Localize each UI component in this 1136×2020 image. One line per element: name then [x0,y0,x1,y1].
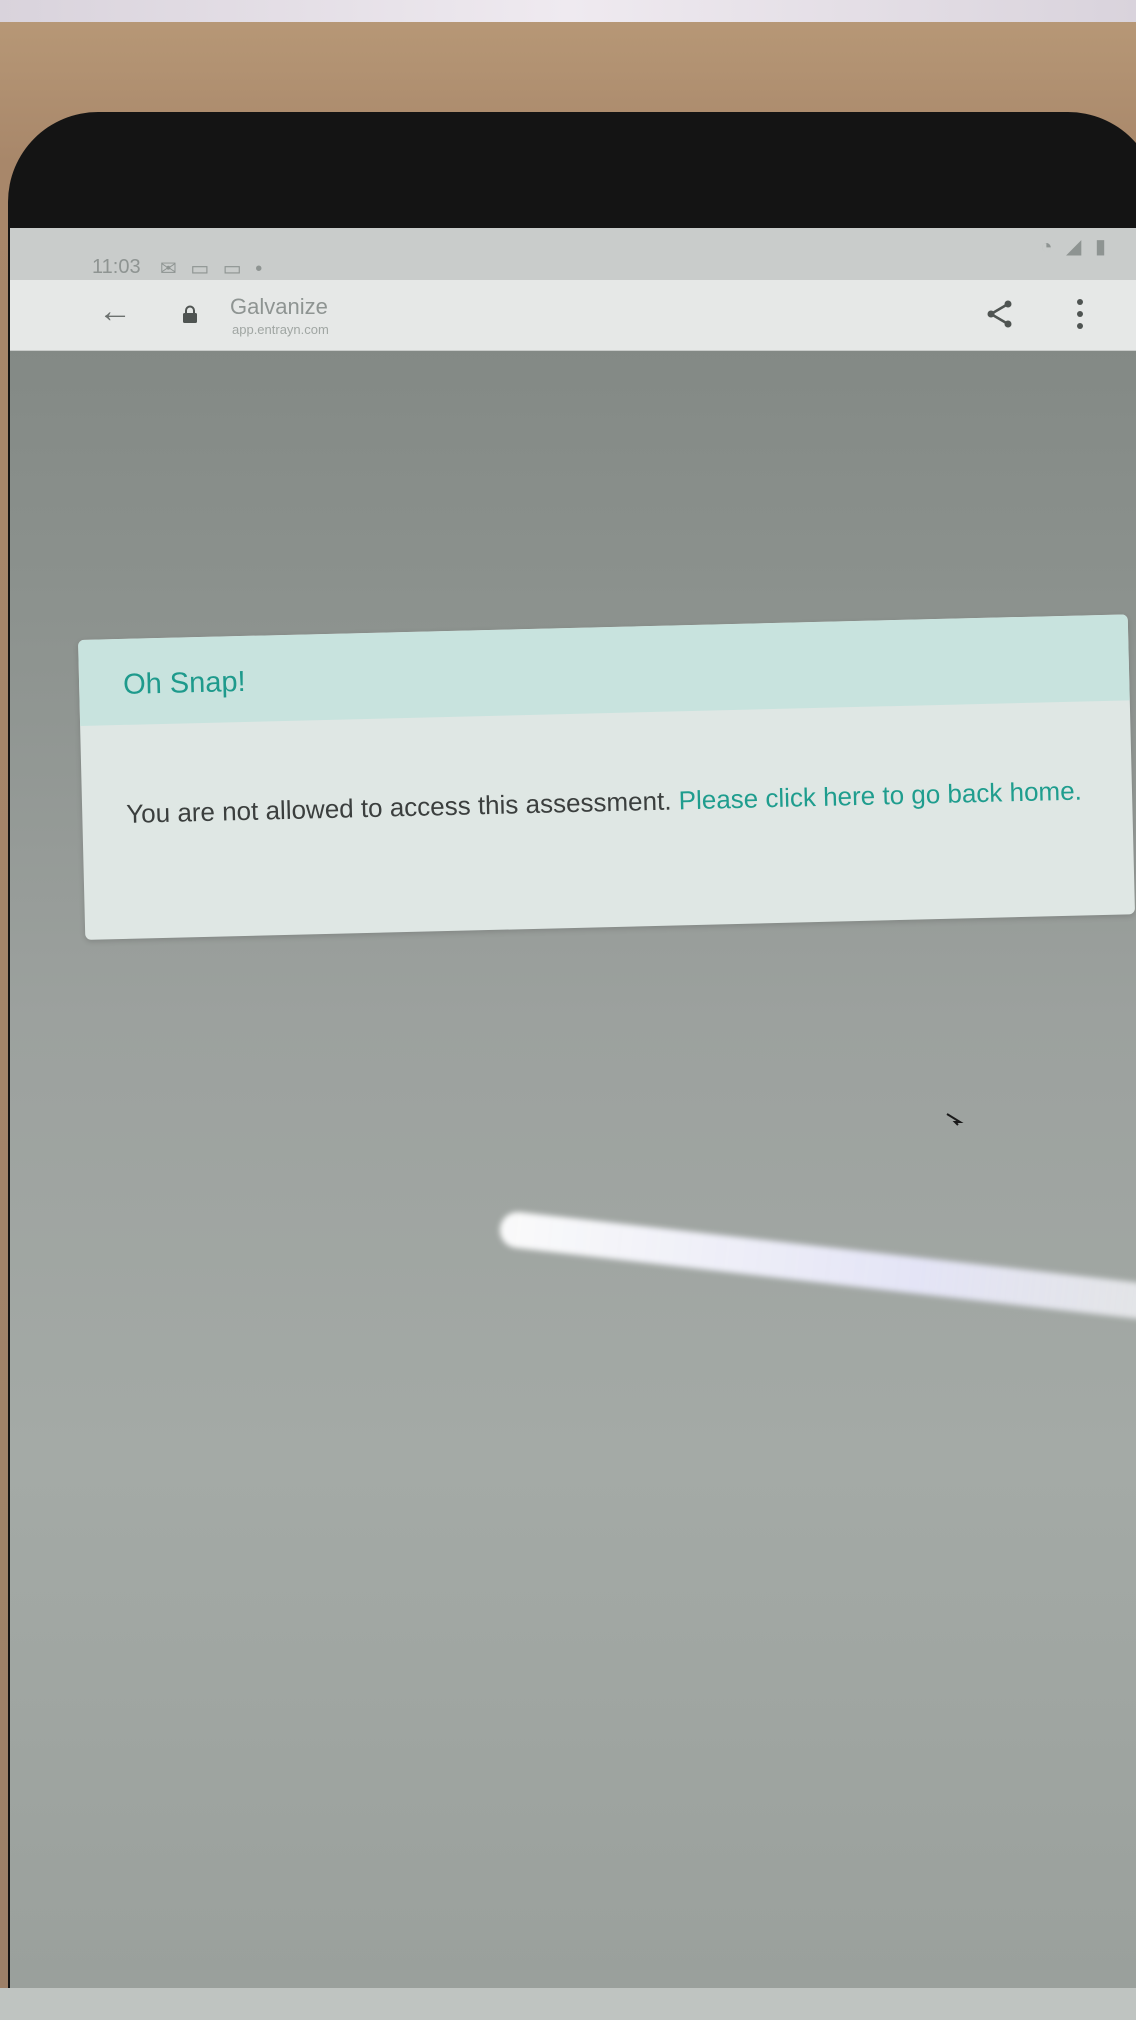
status-bar: 11:03 ✉ ▭ ▭ • ◔ ◢ ▮ [10,228,1136,280]
back-arrow-icon[interactable]: ← [98,294,132,328]
dialog-message: You are not allowed to access this asses… [125,785,672,829]
site-title: Galvanize [230,294,328,319]
more-vertical-icon[interactable] [1076,296,1084,332]
system-status-icons: ◔ ◢ ▮ [1040,236,1110,258]
status-time: 11:03 [92,256,141,278]
photo-frame: 11:03 ✉ ▭ ▭ • ◔ ◢ ▮ ← Galvanize app.entr… [0,0,1136,2020]
background-strip [0,0,1136,22]
mouse-cursor-icon [946,1113,964,1126]
share-icon[interactable] [984,298,1016,330]
browser-toolbar: ← Galvanize app.entrayn.com [10,280,1136,351]
dialog-title: Oh Snap! [122,665,246,701]
notification-icons: ✉ ▭ ▭ • [160,258,267,280]
dialog-body: You are not allowed to access this asses… [126,761,1087,842]
back-home-link[interactable]: Please click here to go back home. [678,776,1082,816]
site-url: app.entrayn.com [232,322,329,337]
navigation-bar [0,1988,1136,2020]
lock-icon [183,305,197,323]
tablet-screen: 11:03 ✉ ▭ ▭ • ◔ ◢ ▮ ← Galvanize app.entr… [10,228,1136,1988]
error-dialog: Oh Snap! You are not allowed to access t… [78,614,1136,940]
